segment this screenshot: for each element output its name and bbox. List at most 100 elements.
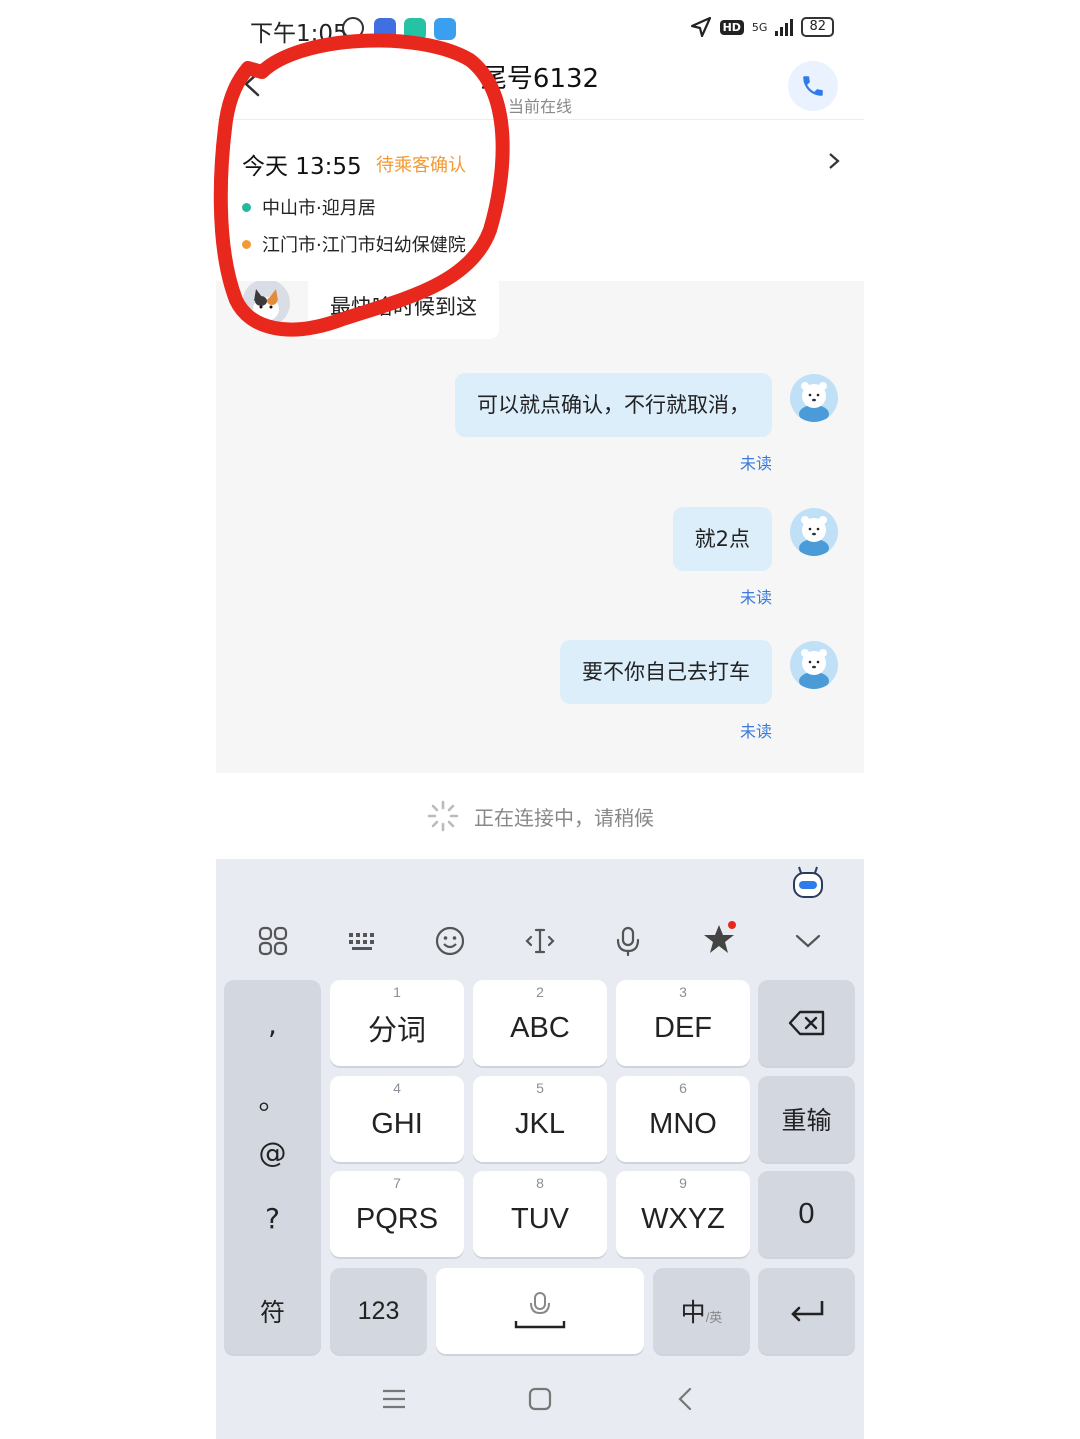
key-5[interactable]: 5 JKL [473, 1076, 607, 1162]
pickup-text: 中山市·迎月居 [262, 198, 376, 219]
order-status: 待乘客确认 [376, 155, 466, 176]
read-status: 未读 [739, 588, 772, 607]
message-bubble-outgoing[interactable]: 就2点 [672, 507, 772, 571]
dropoff-text: 江门市·江门市妇幼保健院 [262, 235, 466, 256]
alarm-icon [342, 17, 364, 39]
status-time: 下午1:05 [250, 21, 348, 47]
order-card[interactable]: 今天 13:55 待乘客确认 中山市·迎月居 江门市·江门市妇幼保健院 [216, 121, 864, 281]
bear-avatar-icon [799, 382, 829, 422]
ime-keyboard: , 。 @ ? 1 分词 2 ABC 3 DEF 4 GHI 5 JKL 6 M… [216, 859, 864, 1439]
signal-icon [775, 18, 794, 36]
mic-icon[interactable] [612, 925, 644, 957]
apps-icon[interactable] [257, 925, 289, 957]
key-number: 9 [679, 1175, 687, 1191]
enter-icon [790, 1301, 823, 1322]
language-sub-label: /英 [705, 1309, 723, 1325]
connection-text: 正在连接中，请稍候 [474, 805, 654, 830]
pickup-location: 中山市·迎月居 [242, 194, 376, 220]
at-key[interactable]: @ [224, 1136, 321, 1169]
chat-header: 尾号6132 当前在线 [216, 56, 864, 120]
chevron-right-icon [829, 153, 840, 169]
key-label: JKL [515, 1107, 565, 1140]
dropoff-location: 江门市·江门市妇幼保健院 [242, 231, 466, 257]
symbols-key[interactable]: 符 [224, 1268, 321, 1354]
keyboard-notification-icon [434, 18, 456, 40]
comma-key[interactable]: , [224, 1008, 321, 1041]
key-label: GHI [371, 1107, 423, 1140]
cursor-icon[interactable] [524, 925, 556, 957]
key-number: 6 [679, 1080, 687, 1096]
key-number: 8 [536, 1175, 544, 1191]
backspace-icon [788, 1010, 824, 1036]
backspace-key[interactable] [758, 980, 855, 1066]
key-number: 4 [393, 1080, 401, 1096]
key-number: 3 [679, 984, 687, 1000]
key-1[interactable]: 1 分词 [330, 980, 464, 1066]
battery-icon: 82 [801, 17, 834, 37]
passenger-avatar[interactable] [242, 281, 290, 327]
key-9[interactable]: 9 WXYZ [616, 1171, 750, 1257]
driver-avatar[interactable] [790, 374, 838, 422]
network-label: 5G [751, 20, 768, 34]
key-4[interactable]: 4 GHI [330, 1076, 464, 1162]
key-number: 2 [536, 984, 544, 1000]
key-label: TUV [511, 1202, 569, 1235]
page-title: 尾号6132 [480, 64, 600, 94]
enter-key[interactable] [758, 1268, 855, 1354]
home-icon[interactable] [527, 1386, 553, 1412]
reinput-key[interactable]: 重输 [758, 1076, 855, 1162]
numbers-key[interactable]: 123 [330, 1268, 427, 1354]
phone-screen: 下午1:05 HD 5G 82 尾号6132 当前在线 今天 13:55 待乘客… [216, 0, 864, 1439]
app-notification-icon [374, 18, 396, 40]
order-time: 今天 13:55 [242, 154, 362, 180]
key-number: 5 [536, 1080, 544, 1096]
pickup-dot [242, 202, 251, 212]
message-bubble-incoming[interactable]: 最快啥时候到这 [308, 281, 499, 339]
message-bubble-outgoing[interactable]: 要不你自己去打车 [560, 640, 772, 704]
language-switch-key[interactable]: 中 /英 [653, 1268, 750, 1354]
read-status: 未读 [739, 722, 772, 741]
bear-avatar-icon [799, 649, 829, 689]
space-mic-icon [514, 1292, 566, 1329]
driver-avatar[interactable] [790, 641, 838, 689]
bear-avatar-icon [799, 516, 829, 556]
call-button[interactable] [788, 61, 838, 111]
status-bar: 下午1:05 HD 5G 82 [216, 0, 864, 56]
key-label: DEF [654, 1011, 712, 1044]
key-8[interactable]: 8 TUV [473, 1171, 607, 1257]
key-2[interactable]: 2 ABC [473, 980, 607, 1066]
period-key[interactable]: 。 [224, 1078, 321, 1118]
driver-avatar[interactable] [790, 508, 838, 556]
chat-messages: 最快啥时候到这 可以就点确认，不行就取消， 未读 就2点 未读 要不你自己去打车… [216, 281, 864, 773]
zero-key[interactable]: 0 [758, 1171, 855, 1257]
key-label: ABC [510, 1011, 570, 1044]
key-3[interactable]: 3 DEF [616, 980, 750, 1066]
key-7[interactable]: 7 PQRS [330, 1171, 464, 1257]
key-label: 分词 [367, 1015, 426, 1047]
emoji-icon[interactable] [434, 925, 466, 957]
system-nav-bar [216, 1368, 864, 1439]
send-notification-icon [404, 18, 426, 40]
key-label: PQRS [355, 1202, 439, 1235]
menu-icon[interactable] [381, 1386, 407, 1412]
collapse-keyboard-icon[interactable] [792, 925, 824, 957]
loading-spinner-icon [427, 800, 459, 832]
key-label: WXYZ [641, 1202, 725, 1235]
question-key[interactable]: ? [224, 1202, 321, 1235]
keyboard-icon[interactable] [346, 925, 378, 957]
nav-back-icon[interactable] [673, 1386, 699, 1412]
key-6[interactable]: 6 MNO [616, 1076, 750, 1162]
online-status: 当前在线 [507, 97, 572, 116]
assistant-robot-icon[interactable] [790, 865, 826, 901]
location-icon [690, 16, 711, 38]
keyboard-toolbar [216, 913, 864, 969]
key-number: 7 [393, 1175, 401, 1191]
key-number: 1 [393, 984, 401, 1000]
status-right: HD 5G 82 [690, 16, 834, 38]
phone-icon [803, 76, 823, 96]
key-label: MNO [649, 1107, 717, 1140]
skin-icon[interactable] [701, 921, 737, 957]
message-bubble-outgoing[interactable]: 可以就点确认，不行就取消， [455, 373, 772, 437]
space-key[interactable] [436, 1268, 644, 1354]
connection-status: 正在连接中，请稍候 [216, 773, 864, 859]
